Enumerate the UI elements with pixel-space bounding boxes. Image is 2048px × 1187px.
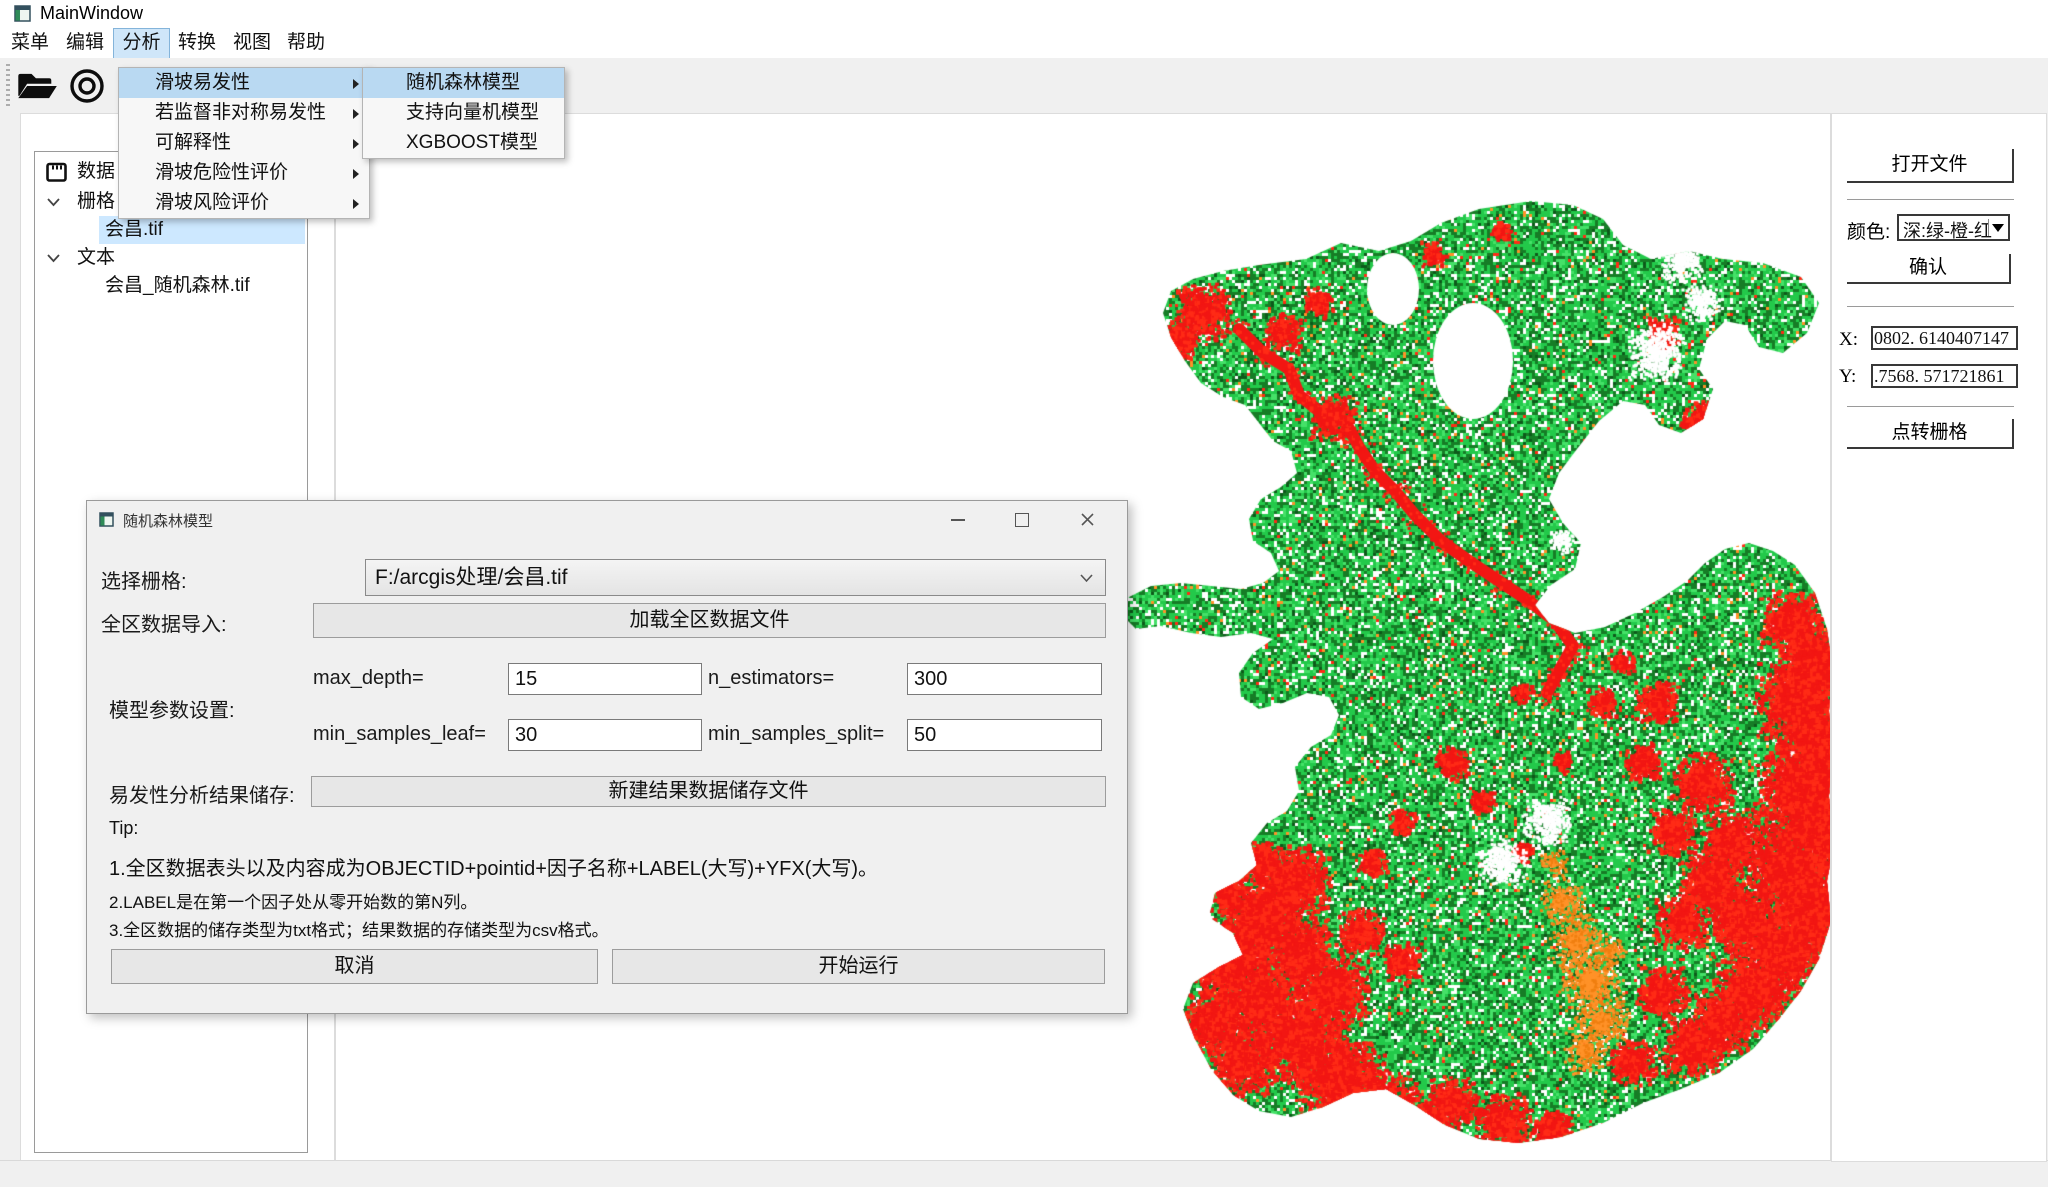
y-label: Y: xyxy=(1839,366,1856,388)
color-value: 深:绿-橙-红 xyxy=(1903,217,1992,241)
submenu-item-label: XGBOOST模型 xyxy=(406,128,538,158)
menu-item-2[interactable]: 若监督非对称易发性 xyxy=(119,98,369,128)
open-file-toolbar-button[interactable] xyxy=(14,64,60,108)
separator xyxy=(1847,406,2014,407)
title-bar: MainWindow xyxy=(0,0,2048,28)
result-label: 易发性分析结果储存: xyxy=(109,779,295,808)
tree-group-label: 栅格 xyxy=(77,188,115,216)
color-label: 颜色: xyxy=(1847,217,1890,244)
menu-item-label: 滑坡危险性评价 xyxy=(155,158,288,188)
status-bar xyxy=(0,1160,2048,1187)
y-coordinate-field[interactable]: .7568. 571721861 xyxy=(1871,364,2018,388)
main-window: MainWindow 菜单编辑分析转换视图帮助 数据栅格会昌.tif文本会昌_随… xyxy=(0,0,2048,1187)
load-region-data-button[interactable]: 加载全区数据文件 xyxy=(313,603,1106,638)
menubar-item-4[interactable]: 转换 xyxy=(176,28,218,57)
confirm-button[interactable]: 确认 xyxy=(1847,254,2011,284)
tree-group-label: 文本 xyxy=(77,244,115,272)
tip-line-1: 1.全区数据表头以及内容成为OBJECTID+pointid+因子名称+LABE… xyxy=(109,852,878,881)
tools-panel: 打开文件 颜色: 深:绿-橙-红 确认 X: 0802. 6140407147 … xyxy=(1831,113,2047,1162)
menubar-item-5[interactable]: 视图 xyxy=(232,28,272,57)
data-icon xyxy=(45,161,68,184)
dropdown-arrow-icon[interactable] xyxy=(1988,219,2006,236)
new-result-file-button[interactable]: 新建结果数据储存文件 xyxy=(311,776,1106,807)
menubar-item-6[interactable]: 帮助 xyxy=(286,28,326,57)
submenu-arrow-icon xyxy=(353,139,359,149)
tip-line-3: 3.全区数据的储存类型为txt格式；结果数据的存储类型为csv格式。 xyxy=(109,916,609,941)
submenu-item-1[interactable]: 随机森林模型 xyxy=(363,68,564,98)
submenu-arrow-icon xyxy=(353,169,359,179)
menubar-item-2[interactable]: 编辑 xyxy=(64,28,106,57)
submenu-item-label: 支持向量机模型 xyxy=(406,98,539,128)
submenu-item-label: 随机森林模型 xyxy=(406,68,520,98)
submenu-item-3[interactable]: XGBOOST模型 xyxy=(363,128,564,158)
tree-header-label: 数据 xyxy=(77,158,115,186)
tree-group-文本[interactable]: 文本 xyxy=(35,244,307,272)
dialog-icon xyxy=(99,512,114,527)
submenu-item-2[interactable]: 支持向量机模型 xyxy=(363,98,564,128)
expander-chevron-icon[interactable] xyxy=(47,254,60,263)
submenu-arrow-icon xyxy=(353,199,359,209)
tree-item-会昌.tif[interactable]: 会昌.tif xyxy=(35,216,307,244)
open-file-button[interactable]: 打开文件 xyxy=(1847,149,2014,183)
toolbar-drag-handle[interactable] xyxy=(6,64,10,108)
point-to-raster-button[interactable]: 点转栅格 xyxy=(1847,419,2014,449)
menu-item-5[interactable]: 滑坡风险评价 xyxy=(119,188,369,218)
window-title: MainWindow xyxy=(40,3,143,24)
separator xyxy=(1847,306,2014,307)
tree-item-label: 会昌_随机森林.tif xyxy=(105,272,250,300)
max-depth-label: max_depth= xyxy=(313,667,424,690)
params-label: 模型参数设置: xyxy=(109,694,235,723)
min-samples-split-field[interactable]: 50 xyxy=(907,719,1102,751)
cancel-button[interactable]: 取消 xyxy=(111,949,598,984)
max-depth-field[interactable]: 15 xyxy=(508,663,702,695)
menu-item-3[interactable]: 可解释性 xyxy=(119,128,369,158)
tree-item-会昌_随机森林.tif[interactable]: 会昌_随机森林.tif xyxy=(35,272,307,300)
tip-line-2: 2.LABEL是在第一个因子处从零开始数的第N列。 xyxy=(109,888,477,913)
menu-item-1[interactable]: 滑坡易发性 xyxy=(119,68,369,98)
raster-map[interactable] xyxy=(1121,199,1831,1149)
menu-item-label: 若监督非对称易发性 xyxy=(155,98,326,128)
tip-title: Tip: xyxy=(109,818,138,839)
min-samples-leaf-field[interactable]: 30 xyxy=(508,719,702,751)
menu-item-label: 可解释性 xyxy=(155,128,231,158)
menu-bar: 菜单编辑分析转换视图帮助 xyxy=(0,28,2048,58)
n-estimators-field[interactable]: 300 xyxy=(907,663,1102,695)
close-icon[interactable] xyxy=(1080,512,1095,527)
run-button[interactable]: 开始运行 xyxy=(612,949,1105,984)
menu-item-label: 滑坡风险评价 xyxy=(155,188,269,218)
raster-label: 选择栅格: xyxy=(101,565,187,594)
menu-item-4[interactable]: 滑坡危险性评价 xyxy=(119,158,369,188)
x-label: X: xyxy=(1839,329,1858,351)
chevron-down-icon xyxy=(1080,574,1093,583)
min-samples-leaf-label: min_samples_leaf= xyxy=(313,723,486,746)
random-forest-dialog: 随机森林模型 选择栅格: F:/arcgis处理/会昌.tif 全区数据导入: … xyxy=(86,500,1128,1014)
separator xyxy=(1847,199,2014,200)
app-icon xyxy=(14,5,31,22)
raster-select[interactable]: F:/arcgis处理/会昌.tif xyxy=(365,559,1106,596)
submenu-arrow-icon xyxy=(353,109,359,119)
view-toolbar-button[interactable] xyxy=(64,64,110,108)
menubar-item-3[interactable]: 分析 xyxy=(113,28,170,59)
menu-item-label: 滑坡易发性 xyxy=(155,68,250,98)
dialog-title-bar[interactable]: 随机森林模型 xyxy=(87,501,1127,539)
tree-item-label: 会昌.tif xyxy=(105,216,163,244)
x-coordinate-field[interactable]: 0802. 6140407147 xyxy=(1871,326,2018,350)
eye-icon xyxy=(67,67,107,105)
susceptibility-submenu: 随机森林模型支持向量机模型XGBOOST模型 xyxy=(362,67,565,159)
dialog-title: 随机森林模型 xyxy=(123,510,213,531)
open-folder-icon xyxy=(15,69,59,103)
maximize-icon[interactable] xyxy=(1015,513,1029,527)
n-estimators-label: n_estimators= xyxy=(708,667,834,690)
raster-value: F:/arcgis处理/会昌.tif xyxy=(375,566,568,589)
min-samples-split-label: min_samples_split= xyxy=(708,723,884,746)
analysis-menu: 滑坡易发性若监督非对称易发性可解释性滑坡危险性评价滑坡风险评价 xyxy=(118,67,370,219)
color-select[interactable]: 深:绿-橙-红 xyxy=(1897,214,2010,241)
menubar-item-1[interactable]: 菜单 xyxy=(10,28,50,57)
import-label: 全区数据导入: xyxy=(101,608,227,637)
minimize-icon[interactable] xyxy=(951,519,965,521)
submenu-arrow-icon xyxy=(353,79,359,89)
expander-chevron-icon[interactable] xyxy=(47,198,60,207)
